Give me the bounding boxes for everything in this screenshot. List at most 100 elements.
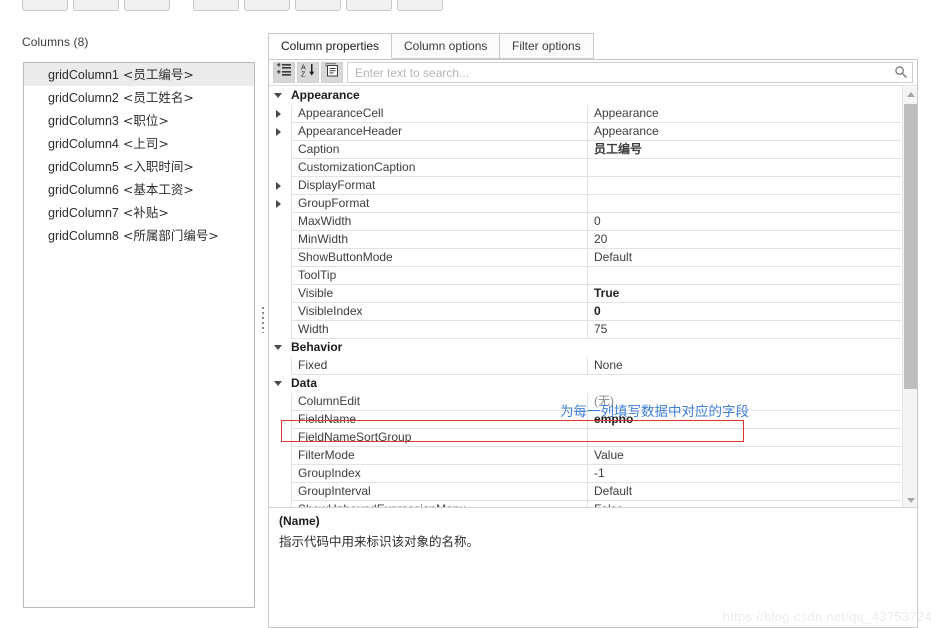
property-row[interactable]: Width 75 [269, 321, 917, 339]
columns-list[interactable]: gridColumn1 <员工编号> gridColumn2 <员工姓名> grid… [23, 62, 255, 608]
property-category-row[interactable]: Appearance [269, 87, 917, 105]
property-name-cell[interactable]: Fixed [291, 357, 587, 375]
search-input[interactable] [353, 63, 890, 82]
property-row[interactable]: ColumnEdit (无) [269, 393, 917, 411]
property-name-cell[interactable]: ShowButtonMode [291, 249, 587, 267]
property-value-cell[interactable]: Value [587, 447, 901, 465]
toolbar-button-3[interactable] [124, 0, 170, 11]
property-name-cell[interactable]: Visible [291, 285, 587, 303]
property-name-cell[interactable]: Caption [291, 141, 587, 159]
property-row[interactable]: FieldNameSortGroup [269, 429, 917, 447]
toolbar-button-5[interactable] [244, 0, 290, 11]
property-row[interactable]: AppearanceCell Appearance [269, 105, 917, 123]
property-name-cell[interactable]: GroupIndex [291, 465, 587, 483]
property-name-cell[interactable]: VisibleIndex [291, 303, 587, 321]
chevron-right-icon[interactable] [276, 182, 281, 190]
property-row[interactable]: MaxWidth 0 [269, 213, 917, 231]
property-value-cell[interactable]: 75 [587, 321, 901, 339]
column-list-item[interactable]: gridColumn8 <所属部门编号> [24, 224, 254, 247]
tab-filter-options[interactable]: Filter options [499, 33, 594, 59]
chevron-down-icon[interactable] [274, 345, 282, 350]
property-value-cell[interactable]: (无) [587, 393, 901, 411]
property-value-cell[interactable]: Default [587, 483, 901, 501]
scrollbar-thumb[interactable] [904, 104, 917, 389]
property-name-cell[interactable]: Width [291, 321, 587, 339]
toolbar-button-1[interactable] [22, 0, 68, 11]
tab-column-properties[interactable]: Column properties [268, 33, 393, 59]
column-list-item[interactable]: gridColumn4 <上司> [24, 132, 254, 155]
property-name-cell[interactable]: ColumnEdit [291, 393, 587, 411]
property-row[interactable]: ShowButtonMode Default [269, 249, 917, 267]
property-row[interactable]: ToolTip [269, 267, 917, 285]
property-value-cell[interactable]: 20 [587, 231, 901, 249]
column-list-item[interactable]: gridColumn3 <职位> [24, 109, 254, 132]
property-row[interactable]: FilterMode Value [269, 447, 917, 465]
toolbar-button-8[interactable] [397, 0, 443, 11]
property-name-cell[interactable]: DisplayFormat [291, 177, 587, 195]
property-value-cell[interactable]: 员工编号 [587, 141, 901, 159]
property-value-cell[interactable]: True [587, 285, 901, 303]
property-name-cell[interactable]: MinWidth [291, 231, 587, 249]
property-row[interactable]: GroupIndex -1 [269, 465, 917, 483]
scroll-up-arrow-icon[interactable] [903, 87, 918, 102]
property-row[interactable]: Caption 员工编号 [269, 141, 917, 159]
property-name-cell[interactable]: GroupFormat [291, 195, 587, 213]
property-row[interactable]: VisibleIndex 0 [269, 303, 917, 321]
column-list-item[interactable]: gridColumn2 <员工姓名> [24, 86, 254, 109]
property-row[interactable]: AppearanceHeader Appearance [269, 123, 917, 141]
property-value-cell[interactable] [587, 159, 901, 177]
toolbar-button-6[interactable] [295, 0, 341, 11]
property-name-cell[interactable]: MaxWidth [291, 213, 587, 231]
property-value-cell[interactable] [587, 429, 901, 447]
property-name-cell[interactable]: CustomizationCaption [291, 159, 587, 177]
chevron-down-icon[interactable] [274, 93, 282, 98]
property-category-row[interactable]: Data [269, 375, 917, 393]
column-list-item[interactable]: gridColumn1 <员工编号> [24, 63, 254, 86]
property-grid-scrollbar[interactable] [902, 87, 917, 508]
panel-splitter[interactable] [259, 62, 267, 608]
property-row[interactable]: MinWidth 20 [269, 231, 917, 249]
property-value-cell[interactable]: 0 [587, 303, 901, 321]
chevron-right-icon[interactable] [276, 200, 281, 208]
property-name-cell[interactable]: FilterMode [291, 447, 587, 465]
property-row[interactable]: CustomizationCaption [269, 159, 917, 177]
property-name-cell[interactable]: GroupInterval [291, 483, 587, 501]
property-value-cell[interactable] [587, 195, 901, 213]
property-row[interactable]: Visible True [269, 285, 917, 303]
chevron-down-icon[interactable] [274, 381, 282, 386]
property-row[interactable]: Fixed None [269, 357, 917, 375]
property-value-cell[interactable]: None [587, 357, 901, 375]
property-value-cell[interactable]: Default [587, 249, 901, 267]
property-value-cell[interactable]: -1 [587, 465, 901, 483]
tab-column-options[interactable]: Column options [391, 33, 501, 59]
property-value-cell[interactable] [587, 177, 901, 195]
property-row[interactable]: FieldName empno [269, 411, 917, 429]
toolbar-button-4[interactable] [193, 0, 239, 11]
alphabetical-sort-button[interactable]: A Z [297, 62, 319, 83]
property-name-cell[interactable]: AppearanceHeader [291, 123, 587, 141]
chevron-right-icon[interactable] [276, 128, 281, 136]
property-value-cell[interactable]: Appearance [587, 105, 901, 123]
property-name-cell[interactable]: AppearanceCell [291, 105, 587, 123]
property-value-cell[interactable]: empno [587, 411, 901, 429]
toolbar-button-2[interactable] [73, 0, 119, 11]
property-row[interactable]: DisplayFormat [269, 177, 917, 195]
property-name-cell[interactable]: ToolTip [291, 267, 587, 285]
property-row[interactable]: GroupInterval Default [269, 483, 917, 501]
toolbar-button-7[interactable] [346, 0, 392, 11]
property-value-cell[interactable]: 0 [587, 213, 901, 231]
property-row[interactable]: GroupFormat [269, 195, 917, 213]
property-value-cell[interactable]: Appearance [587, 123, 901, 141]
property-name-cell[interactable]: FieldName [291, 411, 587, 429]
search-box[interactable] [347, 62, 913, 83]
chevron-right-icon[interactable] [276, 110, 281, 118]
categorized-view-button[interactable] [273, 62, 295, 83]
column-list-item[interactable]: gridColumn6 <基本工资> [24, 178, 254, 201]
scroll-down-arrow-icon[interactable] [903, 493, 918, 508]
property-category-row[interactable]: Behavior [269, 339, 917, 357]
property-name-cell[interactable]: FieldNameSortGroup [291, 429, 587, 447]
property-pages-button[interactable] [321, 62, 343, 83]
column-list-item[interactable]: gridColumn5 <入职时间> [24, 155, 254, 178]
property-value-cell[interactable] [587, 267, 901, 285]
column-list-item[interactable]: gridColumn7 <补贴> [24, 201, 254, 224]
